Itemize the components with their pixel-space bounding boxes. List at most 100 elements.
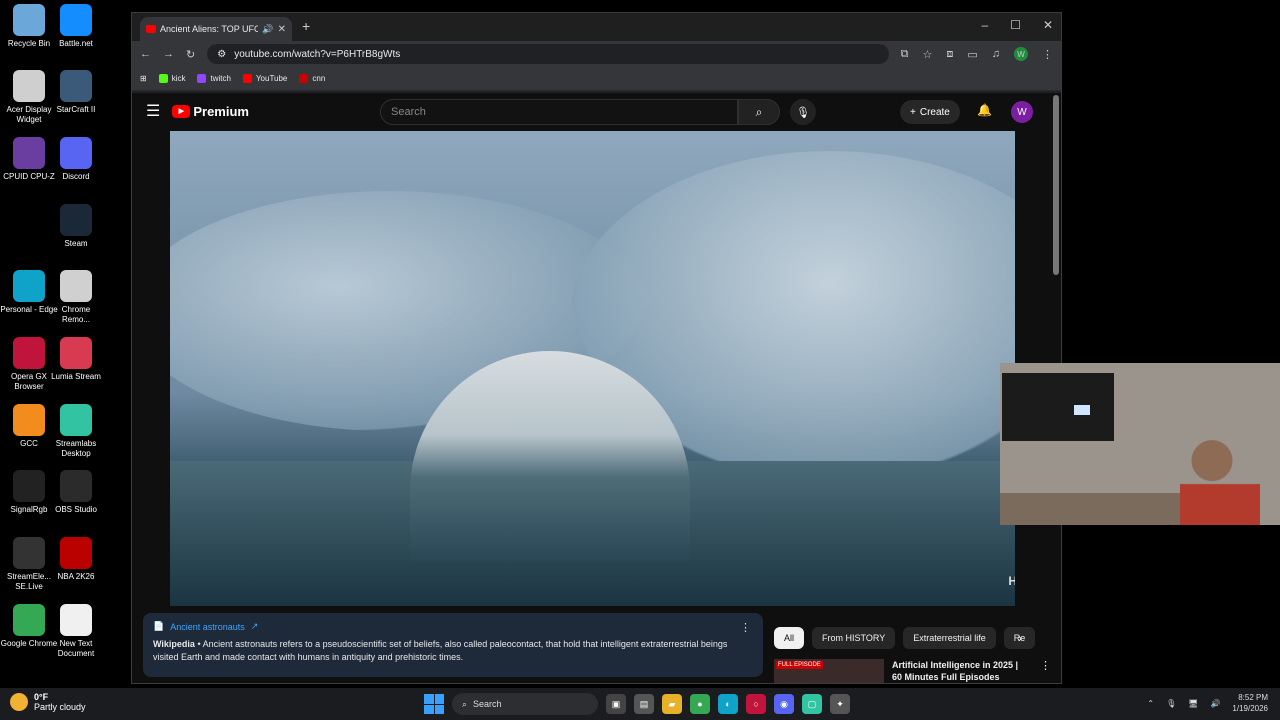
widgets-icon[interactable]: ▤ bbox=[634, 694, 654, 714]
youtube-logo[interactable]: ▶ Premium bbox=[172, 104, 249, 119]
desktop-icon-label: Discord bbox=[62, 172, 90, 181]
reload-icon[interactable]: ↻ bbox=[186, 48, 195, 61]
cast-icon[interactable]: ⧉ bbox=[901, 48, 909, 61]
youtube-icon bbox=[242, 74, 252, 83]
streamelements-icon bbox=[13, 537, 45, 569]
logo-text: Premium bbox=[193, 103, 249, 119]
info-topic-link[interactable]: Ancient astronauts bbox=[170, 622, 245, 632]
video-thumbnail[interactable]: FULL EPISODE bbox=[774, 659, 884, 683]
chevron-right-icon[interactable]: › bbox=[1018, 631, 1022, 645]
steam-icon bbox=[60, 204, 92, 236]
discord-icon bbox=[60, 137, 92, 169]
desktop-icon-chrome-remote[interactable]: Chrome Remo... bbox=[47, 270, 105, 325]
desktop-icon-text-document[interactable]: New Text Document bbox=[47, 604, 105, 659]
desktop-icon-battlenet[interactable]: Battle.net bbox=[47, 4, 105, 49]
discord-taskbar-icon[interactable]: ◉ bbox=[774, 694, 794, 714]
streamlabs-icon bbox=[60, 404, 92, 436]
mic-tray-icon[interactable]: 🎙 bbox=[1166, 699, 1176, 708]
url-field[interactable]: ⚙ youtube.com/watch?v=P6HTrB8gWts bbox=[207, 44, 889, 64]
microphone-icon[interactable]: 🎙 bbox=[790, 99, 816, 125]
bookmark-cnn[interactable]: cnn bbox=[299, 74, 325, 83]
recommended-video[interactable]: FULL EPISODE Artificial Intelligence in … bbox=[774, 659, 1051, 683]
bookmark-star-icon[interactable]: ☆ bbox=[922, 48, 932, 61]
minimize-icon[interactable]: – bbox=[981, 18, 988, 32]
desktop-icon-starcraft[interactable]: StarCraft II bbox=[47, 70, 105, 115]
desktop-icon-steam[interactable]: Steam bbox=[47, 204, 105, 249]
maximize-icon[interactable]: ☐ bbox=[1010, 18, 1021, 32]
tab-youtube[interactable]: Ancient Aliens: TOP UFO M 🔊 ✕ bbox=[140, 17, 292, 41]
date: 1/19/2026 bbox=[1232, 704, 1268, 713]
cpuz-icon bbox=[13, 137, 45, 169]
history-watermark: H bbox=[1008, 574, 1015, 588]
info-doc-icon: 📄 bbox=[153, 621, 165, 631]
video-menu-icon[interactable]: ⋮ bbox=[1040, 659, 1051, 683]
sidepanel-icon[interactable]: ▭ bbox=[967, 48, 977, 61]
desktop-icon-label: Steam bbox=[64, 239, 88, 248]
search-icon: ⌕ bbox=[462, 698, 468, 709]
back-icon[interactable]: ← bbox=[140, 48, 151, 60]
desktop-icon-label: OBS Studio bbox=[55, 505, 97, 514]
desktop-icon-nba2k[interactable]: NBA 2K26 bbox=[47, 537, 105, 582]
search-icon[interactable]: ⌕ bbox=[738, 99, 780, 125]
taskbar-search[interactable]: ⌕ Search bbox=[452, 693, 598, 715]
desktop-icon-streamlabs[interactable]: Streamlabs Desktop bbox=[47, 404, 105, 459]
text-document-icon bbox=[60, 604, 92, 636]
create-button[interactable]: + Create bbox=[900, 100, 960, 124]
url-text: youtube.com/watch?v=P6HTrB8gWts bbox=[234, 48, 401, 60]
profile-avatar[interactable]: W bbox=[1014, 47, 1028, 61]
chrome-icon bbox=[13, 604, 45, 636]
bookmark-label: cnn bbox=[312, 74, 326, 83]
opera-taskbar-icon[interactable]: ○ bbox=[746, 694, 766, 714]
search-input[interactable]: Search bbox=[380, 99, 738, 125]
desktop-icon-obs[interactable]: OBS Studio bbox=[47, 470, 105, 515]
webcam-overlay bbox=[1000, 363, 1280, 525]
desktop-icon-lumia-stream[interactable]: Lumia Stream bbox=[47, 337, 105, 382]
filter-chip[interactable]: All bbox=[774, 627, 805, 649]
volume-icon[interactable]: 🔊 bbox=[1210, 699, 1220, 708]
weather-icon bbox=[10, 693, 28, 711]
close-window-icon[interactable]: ✕ bbox=[1043, 18, 1053, 32]
filter-chip[interactable]: Extraterrestrial life bbox=[903, 627, 996, 649]
notifications-icon[interactable]: 🔔 bbox=[977, 103, 992, 117]
lumia-stream-icon bbox=[60, 337, 92, 369]
bookmark-twitch[interactable]: twitch bbox=[197, 74, 231, 83]
recycle-bin-icon bbox=[13, 4, 45, 36]
more-options-icon[interactable]: ⋮ bbox=[740, 621, 751, 634]
weather-widget[interactable]: 0°F Partly cloudy bbox=[10, 692, 86, 712]
media-icon[interactable]: ♫ bbox=[992, 48, 1000, 60]
opera-gx-icon bbox=[13, 337, 45, 369]
clock[interactable]: 8:52 PM 1/19/2026 bbox=[1232, 692, 1268, 714]
file-explorer-icon[interactable]: ▰ bbox=[662, 694, 682, 714]
edge-taskbar-icon[interactable]: ◐ bbox=[718, 694, 738, 714]
tray-overflow-icon[interactable]: ⌃ bbox=[1147, 699, 1154, 708]
filter-chip[interactable]: From HISTORY bbox=[812, 627, 896, 649]
video-player[interactable]: H bbox=[170, 131, 1015, 606]
desktop-icon-discord[interactable]: Discord bbox=[47, 137, 105, 182]
site-info-icon[interactable]: ⚙ bbox=[217, 49, 226, 60]
page-scrollbar[interactable] bbox=[1053, 95, 1059, 275]
weather-temp: 0°F bbox=[34, 692, 49, 702]
menu-icon[interactable]: ☰ bbox=[146, 101, 160, 121]
network-icon[interactable]: 🖥 bbox=[1188, 699, 1198, 708]
close-tab-icon[interactable]: ✕ bbox=[278, 24, 286, 35]
bookmark-youtube[interactable]: YouTube bbox=[242, 74, 287, 83]
bookmark-kick[interactable]: kick bbox=[158, 74, 185, 83]
weather-desc: Partly cloudy bbox=[34, 702, 86, 712]
streamlabs-taskbar-icon[interactable]: ▢ bbox=[802, 694, 822, 714]
address-bar: ← → ↻ ⚙ youtube.com/watch?v=P6HTrB8gWts … bbox=[132, 41, 1061, 67]
start-icon[interactable] bbox=[424, 694, 444, 714]
menu-dots-icon[interactable]: ⋮ bbox=[1042, 48, 1053, 61]
app-taskbar-icon[interactable]: ✦ bbox=[830, 694, 850, 714]
twitch-icon bbox=[197, 74, 207, 83]
forward-icon[interactable]: → bbox=[163, 48, 174, 60]
extensions-icon[interactable]: ⧈ bbox=[946, 48, 953, 61]
nba2k-icon bbox=[60, 537, 92, 569]
new-tab-button[interactable]: + bbox=[302, 18, 310, 34]
desktop-icon-label: New Text Document bbox=[57, 639, 95, 658]
chrome-taskbar-icon[interactable]: ● bbox=[690, 694, 710, 714]
filter-chips: All From HISTORY Extraterrestrial life Re bbox=[774, 627, 1036, 649]
video-title[interactable]: Artificial Intelligence in 2025 | 60 Min… bbox=[892, 659, 1022, 683]
apps-grid-icon[interactable]: ⊞ bbox=[140, 74, 147, 83]
user-avatar[interactable]: W bbox=[1011, 101, 1033, 123]
task-view-icon[interactable]: ▣ bbox=[606, 694, 626, 714]
